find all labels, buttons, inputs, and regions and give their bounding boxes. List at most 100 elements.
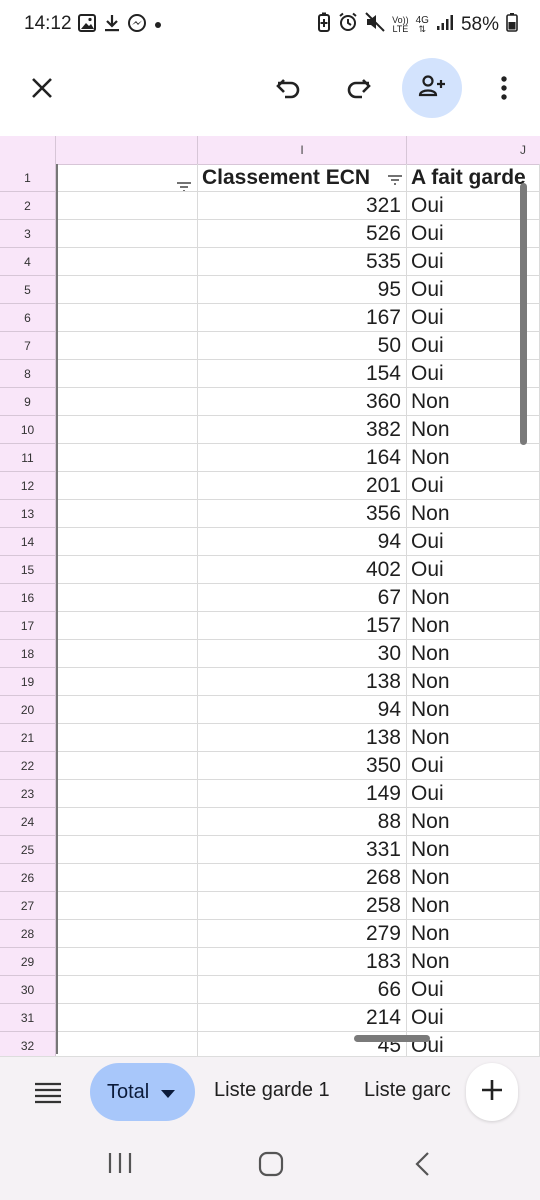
row-number[interactable]: 4 <box>0 248 56 276</box>
close-button[interactable] <box>18 66 66 114</box>
cell-h[interactable] <box>56 556 198 584</box>
cell-garde[interactable]: Oui <box>407 752 540 780</box>
row-number[interactable]: 27 <box>0 892 56 920</box>
recents-icon[interactable] <box>108 1152 132 1179</box>
cell-h[interactable] <box>56 500 198 528</box>
cell-h[interactable] <box>56 192 198 220</box>
dropdown-arrow-icon[interactable] <box>161 1081 176 1104</box>
cell-h[interactable] <box>56 948 198 976</box>
cell-garde[interactable]: Oui <box>407 556 540 584</box>
cell-h[interactable] <box>56 864 198 892</box>
row-number[interactable]: 13 <box>0 500 56 528</box>
cell-h[interactable] <box>56 808 198 836</box>
cell-classement[interactable]: 67 <box>198 584 407 612</box>
tab-liste-garde-1[interactable]: Liste garde 1 <box>214 1079 330 1102</box>
cell-h[interactable] <box>56 724 198 752</box>
row-number[interactable]: 16 <box>0 584 56 612</box>
cell-classement[interactable]: 164 <box>198 444 407 472</box>
cell-classement[interactable]: 88 <box>198 808 407 836</box>
cell-classement[interactable]: 167 <box>198 304 407 332</box>
row-number[interactable]: 7 <box>0 332 56 360</box>
row-number[interactable]: 19 <box>0 668 56 696</box>
cell-garde[interactable]: Oui <box>407 1004 540 1032</box>
row-number[interactable]: 26 <box>0 864 56 892</box>
cell-classement[interactable]: 350 <box>198 752 407 780</box>
cell-garde[interactable]: Non <box>407 948 540 976</box>
undo-button[interactable] <box>264 66 312 114</box>
cell-classement[interactable]: 66 <box>198 976 407 1004</box>
cell-h1[interactable] <box>56 164 198 192</box>
row-number[interactable]: 2 <box>0 192 56 220</box>
cell-h[interactable] <box>56 892 198 920</box>
cell-h[interactable] <box>56 612 198 640</box>
corner-cell[interactable] <box>0 136 56 164</box>
cell-classement[interactable]: 402 <box>198 556 407 584</box>
cell-garde[interactable]: Non <box>407 724 540 752</box>
cell-classement[interactable]: 258 <box>198 892 407 920</box>
cell-classement[interactable]: 94 <box>198 528 407 556</box>
cell-h[interactable] <box>56 472 198 500</box>
row-number[interactable]: 9 <box>0 388 56 416</box>
tab-total[interactable]: Total <box>90 1063 195 1121</box>
cell-classement[interactable]: 30 <box>198 640 407 668</box>
cell-classement[interactable]: 94 <box>198 696 407 724</box>
cell-h[interactable] <box>56 220 198 248</box>
cell-h[interactable] <box>56 444 198 472</box>
cell-classement[interactable]: 382 <box>198 416 407 444</box>
cell-h[interactable] <box>56 696 198 724</box>
sheets-list-icon[interactable] <box>34 1082 62 1109</box>
row-number[interactable]: 21 <box>0 724 56 752</box>
column-header-j[interactable]: J <box>407 136 540 164</box>
filter-icon[interactable] <box>176 173 192 191</box>
row-number[interactable]: 11 <box>0 444 56 472</box>
row-number[interactable]: 30 <box>0 976 56 1004</box>
cell-classement[interactable]: 149 <box>198 780 407 808</box>
cell-classement[interactable]: 214 <box>198 1004 407 1032</box>
cell-h[interactable] <box>56 1004 198 1032</box>
cell-classement[interactable]: 535 <box>198 248 407 276</box>
cell-h[interactable] <box>56 416 198 444</box>
cell-h[interactable] <box>56 360 198 388</box>
spreadsheet-grid[interactable]: I J 1 Classement ECN A fait garde 234567… <box>0 136 540 1056</box>
cell-garde[interactable]: Oui <box>407 472 540 500</box>
cell-garde[interactable]: Non <box>407 612 540 640</box>
cell-classement[interactable]: 331 <box>198 836 407 864</box>
row-number[interactable]: 5 <box>0 276 56 304</box>
cell-garde[interactable]: Non <box>407 920 540 948</box>
horizontal-scrollbar[interactable] <box>354 1035 430 1042</box>
cell-classement[interactable]: 95 <box>198 276 407 304</box>
row-number[interactable]: 14 <box>0 528 56 556</box>
cell-garde[interactable]: Non <box>407 836 540 864</box>
row-number[interactable]: 8 <box>0 360 56 388</box>
cell-h[interactable] <box>56 752 198 780</box>
row-number[interactable]: 10 <box>0 416 56 444</box>
cell-h[interactable] <box>56 584 198 612</box>
cell-classement[interactable]: 356 <box>198 500 407 528</box>
row-number[interactable]: 28 <box>0 920 56 948</box>
row-number[interactable]: 6 <box>0 304 56 332</box>
cell-classement[interactable]: 360 <box>198 388 407 416</box>
row-number[interactable]: 20 <box>0 696 56 724</box>
row-number[interactable]: 15 <box>0 556 56 584</box>
cell-h[interactable] <box>56 780 198 808</box>
cell-h[interactable] <box>56 276 198 304</box>
redo-button[interactable] <box>335 66 383 114</box>
cell-h[interactable] <box>56 836 198 864</box>
vertical-scrollbar[interactable] <box>520 183 527 445</box>
cell-garde[interactable]: Non <box>407 444 540 472</box>
cell-classement[interactable]: 268 <box>198 864 407 892</box>
row-number[interactable]: 31 <box>0 1004 56 1032</box>
cell-h[interactable] <box>56 304 198 332</box>
back-icon[interactable] <box>414 1151 430 1182</box>
row-number[interactable]: 25 <box>0 836 56 864</box>
cell-classement[interactable]: 138 <box>198 724 407 752</box>
row-number[interactable]: 3 <box>0 220 56 248</box>
cell-garde[interactable]: Non <box>407 500 540 528</box>
cell-h[interactable] <box>56 668 198 696</box>
row-number[interactable]: 23 <box>0 780 56 808</box>
cell-garde[interactable]: Oui <box>407 780 540 808</box>
cell-classement[interactable]: 321 <box>198 192 407 220</box>
more-options-button[interactable] <box>480 66 528 114</box>
cell-garde[interactable]: Oui <box>407 976 540 1004</box>
row-number[interactable]: 32 <box>0 1032 56 1056</box>
